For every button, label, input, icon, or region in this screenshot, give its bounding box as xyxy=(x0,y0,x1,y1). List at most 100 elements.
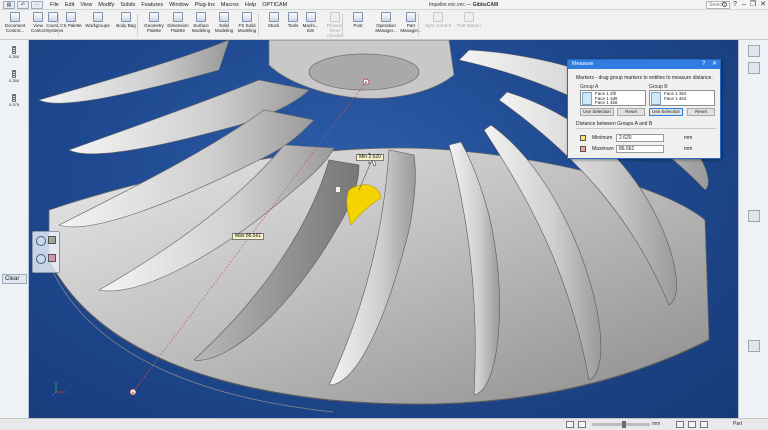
menu-view[interactable]: View xyxy=(80,1,92,9)
zoom-slider-thumb[interactable] xyxy=(622,421,626,428)
tool-list-panel: 0.250 0.250 0.375 Clear xyxy=(0,40,29,418)
ribbon-button-process[interactable]: Process Error Checker xyxy=(322,11,348,38)
ribbon-button-label: Palette xyxy=(170,28,185,33)
rotate-view-icon[interactable] xyxy=(36,236,46,246)
ribbon-separator xyxy=(258,14,259,36)
gibbscam-window: ▤ ↶ ⋯ File Edit View Modify Solids Featu… xyxy=(0,0,768,430)
axis-triad xyxy=(51,382,66,397)
status-icon[interactable] xyxy=(688,421,696,428)
title-bar: ▤ ↶ ⋯ File Edit View Modify Solids Featu… xyxy=(0,0,768,10)
menu-modify[interactable]: Modify xyxy=(98,1,114,9)
menu-solids[interactable]: Solids xyxy=(120,1,135,9)
minimum-unit: mm xyxy=(684,135,693,141)
ribbon-button-label: Sync Control xyxy=(425,23,451,28)
close-button[interactable]: ✕ xyxy=(758,0,768,10)
help-icon[interactable]: ? xyxy=(702,60,705,69)
pin-icon[interactable] xyxy=(748,45,760,57)
ribbon-button-operation[interactable]: Operation Manager... xyxy=(374,11,398,38)
group-b-swatch xyxy=(651,92,661,105)
ribbon-button-document[interactable]: Document Control... xyxy=(2,11,28,38)
ribbon-button-tools[interactable]: Tools xyxy=(286,11,300,38)
ribbon-button-dimension[interactable]: Dimension Palette xyxy=(167,11,189,38)
group-a-list[interactable]: Face 1 2f0 Face 1 3d6 Face 1 4b8 xyxy=(580,90,646,106)
ribbon-button-part-station[interactable]: Part Station xyxy=(453,11,485,38)
maximum-unit: mm xyxy=(684,146,693,152)
group-marker-tag[interactable] xyxy=(335,186,341,193)
ribbon-button-label: Stock xyxy=(267,23,280,28)
ribbon-button-label: Control... xyxy=(5,28,25,33)
tool-size-label: 0.250 xyxy=(8,54,19,59)
maximize-button[interactable]: ❐ xyxy=(748,0,758,10)
ribbon-button-sync-control[interactable]: Sync Control xyxy=(425,11,451,38)
ribbon-button-workgroups[interactable]: Workgroups xyxy=(84,11,111,38)
ribbon-toolbar: Document Control... View Control Coord. Syste… xyxy=(0,10,768,40)
status-icon[interactable] xyxy=(700,421,708,428)
clear-button[interactable]: Clear xyxy=(2,274,27,284)
quick-access-more-button[interactable]: ⋯ xyxy=(31,1,43,9)
ribbon-button-label: Error Checker xyxy=(326,28,344,38)
panel-icon[interactable] xyxy=(748,62,760,74)
group-a-use-selection-button[interactable]: Use Selection xyxy=(580,108,614,116)
menu-edit[interactable]: Edit xyxy=(65,1,74,9)
maximum-label: Maximum xyxy=(592,146,614,152)
ribbon-button-post[interactable]: Post xyxy=(349,11,367,38)
ribbon-button-icon xyxy=(66,12,76,22)
ribbon-button-view[interactable]: View Control xyxy=(31,11,46,38)
status-icon[interactable] xyxy=(566,421,574,428)
group-a-reset-button[interactable]: Reset xyxy=(617,108,645,116)
status-icon[interactable] xyxy=(578,421,586,428)
ribbon-button-icon xyxy=(268,12,279,22)
ribbon-button-surface[interactable]: Surface Modeling xyxy=(190,11,212,38)
ribbon-button-machi[interactable]: Machi... Sim xyxy=(300,11,321,38)
menu-macros[interactable]: Macros xyxy=(221,1,239,9)
ribbon-button-icon xyxy=(48,12,58,22)
units-indicator: mm xyxy=(652,421,661,427)
ribbon-button-fs-solid[interactable]: FS Solid Modeling xyxy=(236,11,258,38)
marker-b-label: B xyxy=(365,80,368,85)
menu-features[interactable]: Features xyxy=(141,1,163,9)
window-title-file: Impeller.vnc.vnc xyxy=(429,2,465,8)
menu-help[interactable]: Help xyxy=(245,1,256,9)
group-b-list[interactable]: Face 1 3b2 Face 1 4e2 xyxy=(649,90,715,106)
status-icon[interactable] xyxy=(676,421,684,428)
quick-access-save-button[interactable]: ▤ xyxy=(3,1,15,9)
ribbon-button-label: Post xyxy=(353,23,363,28)
tool-item-1[interactable]: 0.250 xyxy=(7,46,21,60)
ribbon-button-part[interactable]: Part Manager... xyxy=(399,11,423,38)
shade-mode-icon[interactable] xyxy=(48,236,56,244)
drill-icon xyxy=(12,46,16,54)
ribbon-button-icon xyxy=(305,12,316,22)
ribbon-button-solid[interactable]: Solid Modeling xyxy=(213,11,235,38)
divider xyxy=(576,128,716,129)
ribbon-button-body-bag[interactable]: Body Bag xyxy=(113,11,139,38)
max-distance-tag[interactable]: Max 86.561 xyxy=(232,233,265,240)
menu-window[interactable]: Window xyxy=(169,1,189,9)
menu-opticam[interactable]: OPTICAM xyxy=(262,1,287,9)
measure-instructions: Markers - drag group markers to entities… xyxy=(576,75,713,81)
zoom-slider[interactable] xyxy=(592,423,650,426)
close-icon[interactable]: ✕ xyxy=(712,60,717,69)
part-indicator: Part xyxy=(733,421,743,427)
group-a-items: Face 1 2f0 Face 1 3d6 Face 1 4b8 xyxy=(595,91,618,105)
ribbon-button-stock[interactable]: Stock xyxy=(263,11,284,38)
menu-plug-ins[interactable]: Plug-Ins xyxy=(195,1,215,9)
panel-icon[interactable] xyxy=(748,340,760,352)
tool-item-3[interactable]: 0.375 xyxy=(7,94,21,108)
display-mode-icon[interactable] xyxy=(48,254,56,262)
ribbon-button-label: Part Station xyxy=(457,23,481,28)
zoom-view-icon[interactable] xyxy=(36,254,46,264)
search-icon[interactable] xyxy=(722,2,727,7)
menu-file[interactable]: File xyxy=(50,1,59,9)
group-b-use-selection-button[interactable]: Use Selection xyxy=(649,108,683,116)
ribbon-button-cs-palette[interactable]: CS Palette xyxy=(60,11,82,38)
min-distance-tag[interactable]: Min 2.620 xyxy=(356,154,384,161)
ribbon-button-geometry[interactable]: Geometry Palette xyxy=(143,11,165,38)
ribbon-button-label: Workgroups xyxy=(85,23,110,28)
ribbon-button-label: Palette xyxy=(146,28,161,33)
tool-item-2[interactable]: 0.250 xyxy=(7,70,21,84)
quick-access-undo-button[interactable]: ↶ xyxy=(17,1,29,9)
ribbon-button-label: CS Palette xyxy=(60,23,82,28)
ribbon-button-label: Modeling xyxy=(237,28,257,33)
collapse-icon[interactable] xyxy=(748,210,760,222)
group-b-reset-button[interactable]: Reset xyxy=(687,108,715,116)
